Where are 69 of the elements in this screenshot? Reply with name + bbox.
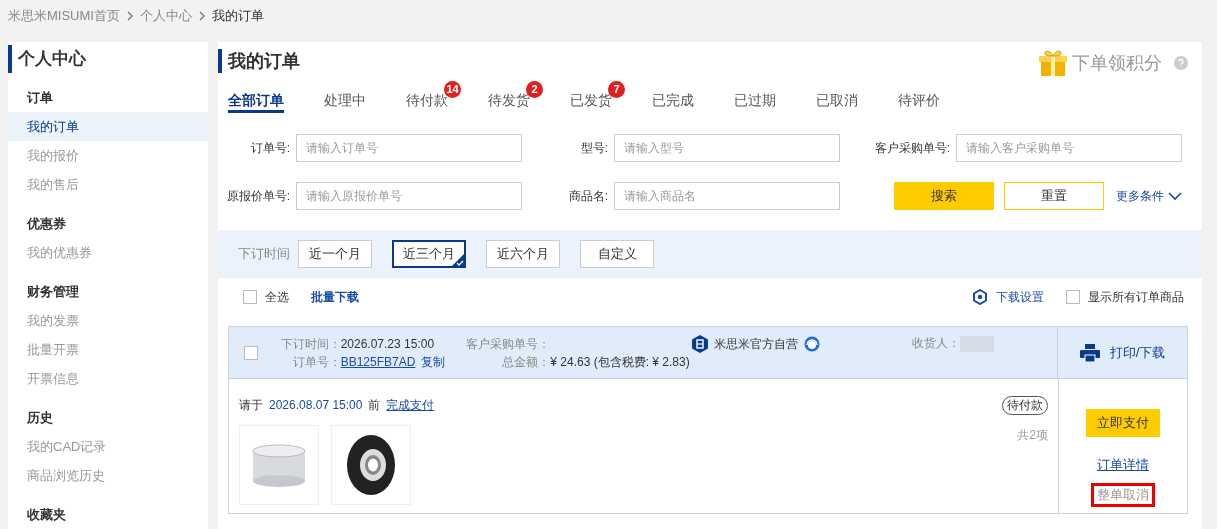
count-badge: 14 bbox=[444, 81, 461, 98]
input-field[interactable]: 请输入型号 bbox=[614, 134, 840, 162]
checkbox-label: 显示所有订单商品 bbox=[1088, 288, 1184, 306]
tab[interactable]: 已过期 bbox=[734, 90, 776, 110]
thumbnail-frame[interactable] bbox=[331, 425, 411, 505]
item-count: 共2项 bbox=[1017, 427, 1048, 444]
print-download-link[interactable]: 打印/下载 bbox=[1109, 343, 1166, 362]
time-option[interactable]: 近六个月 bbox=[486, 240, 560, 268]
tab[interactable]: 处理中 bbox=[324, 90, 366, 110]
download-settings-link[interactable]: 下载设置 bbox=[996, 288, 1044, 306]
printer-icon bbox=[1079, 343, 1100, 362]
notice-text: 请于 bbox=[239, 397, 263, 414]
field-label: 下订时间： bbox=[279, 335, 341, 352]
time-option[interactable]: 近三个月 bbox=[392, 240, 466, 268]
field-label: 原报价单号: bbox=[226, 187, 290, 205]
store-icon bbox=[692, 335, 708, 353]
thumbnail-frame[interactable] bbox=[239, 425, 319, 505]
section-heading: 订单 bbox=[26, 89, 54, 107]
field-label: 客户采购单号： bbox=[465, 335, 551, 352]
time-option[interactable]: 自定义 bbox=[580, 240, 654, 268]
input-field[interactable]: 请输入客户采购单号 bbox=[956, 134, 1182, 162]
action-link[interactable]: 订单详情 bbox=[1094, 453, 1152, 477]
chevron-down-icon bbox=[1168, 191, 1182, 201]
complete-payment-link[interactable]: 完成支付 bbox=[386, 395, 435, 415]
filter-label: 下订时间 bbox=[238, 245, 290, 263]
checkbox-label: 全选 bbox=[265, 288, 289, 306]
deadline: 2026.08.07 15:00 bbox=[269, 397, 363, 414]
tab[interactable]: 已完成 bbox=[652, 90, 694, 110]
seller-name: 米思米官方自营 bbox=[714, 335, 798, 353]
page-title: 我的订单 bbox=[218, 49, 300, 73]
notice-text: 前 bbox=[368, 397, 381, 414]
field-label: 总金额： bbox=[501, 353, 551, 370]
chevron-icon bbox=[125, 11, 134, 21]
order-number-link[interactable]: BB125FB7AD bbox=[340, 354, 416, 369]
checkbox[interactable] bbox=[1066, 290, 1080, 304]
sidebar-title: 个人中心 bbox=[8, 45, 208, 73]
input-field[interactable]: 请输入原报价单号 bbox=[296, 182, 522, 210]
chevron-icon bbox=[197, 11, 206, 21]
reset-button[interactable]: 重置 bbox=[1004, 182, 1104, 210]
field-label: 商品名: bbox=[567, 187, 608, 205]
checkbox[interactable] bbox=[243, 290, 257, 304]
help-icon bbox=[1174, 56, 1188, 70]
field-label: 收货人： bbox=[912, 335, 960, 352]
pay-button[interactable]: 立即支付 bbox=[1086, 409, 1160, 437]
order-total: ¥ 24.63 (包含税费: ¥ 2.83) bbox=[550, 353, 691, 370]
input-field[interactable]: 请输入订单号 bbox=[296, 134, 522, 162]
checkbox[interactable] bbox=[244, 345, 258, 360]
gift-icon bbox=[1038, 49, 1068, 77]
more-filters-link[interactable]: 更多条件 bbox=[1116, 187, 1164, 205]
section-heading: 收藏夹 bbox=[26, 506, 67, 524]
field-label: 型号: bbox=[579, 139, 608, 157]
section-heading: 优惠券 bbox=[25, 215, 67, 233]
bulk-download-link[interactable]: 批量下载 bbox=[311, 288, 359, 306]
check-corner-icon bbox=[451, 253, 465, 267]
section-heading: 历史 bbox=[26, 409, 54, 427]
settings-icon bbox=[972, 289, 988, 305]
section-heading: 财务管理 bbox=[26, 283, 80, 301]
time-option[interactable]: 近一个月 bbox=[298, 240, 372, 268]
input-field[interactable]: 请输入商品名 bbox=[614, 182, 840, 210]
order-time: 2026.07.23 15:00 bbox=[340, 335, 436, 352]
sidebar-item[interactable]: 我的订单 bbox=[8, 112, 208, 141]
tab[interactable]: 已取消 bbox=[816, 90, 858, 110]
copy-link[interactable]: 复制 bbox=[421, 354, 446, 369]
search-button[interactable]: 搜索 bbox=[894, 182, 994, 210]
field-label: 订单号： bbox=[291, 353, 341, 370]
field-label: 客户采购单号: bbox=[873, 139, 950, 157]
tab[interactable]: 全部订单 bbox=[228, 90, 284, 113]
tab[interactable]: 待评价 bbox=[898, 90, 940, 110]
field-label: 订单号: bbox=[249, 139, 290, 157]
